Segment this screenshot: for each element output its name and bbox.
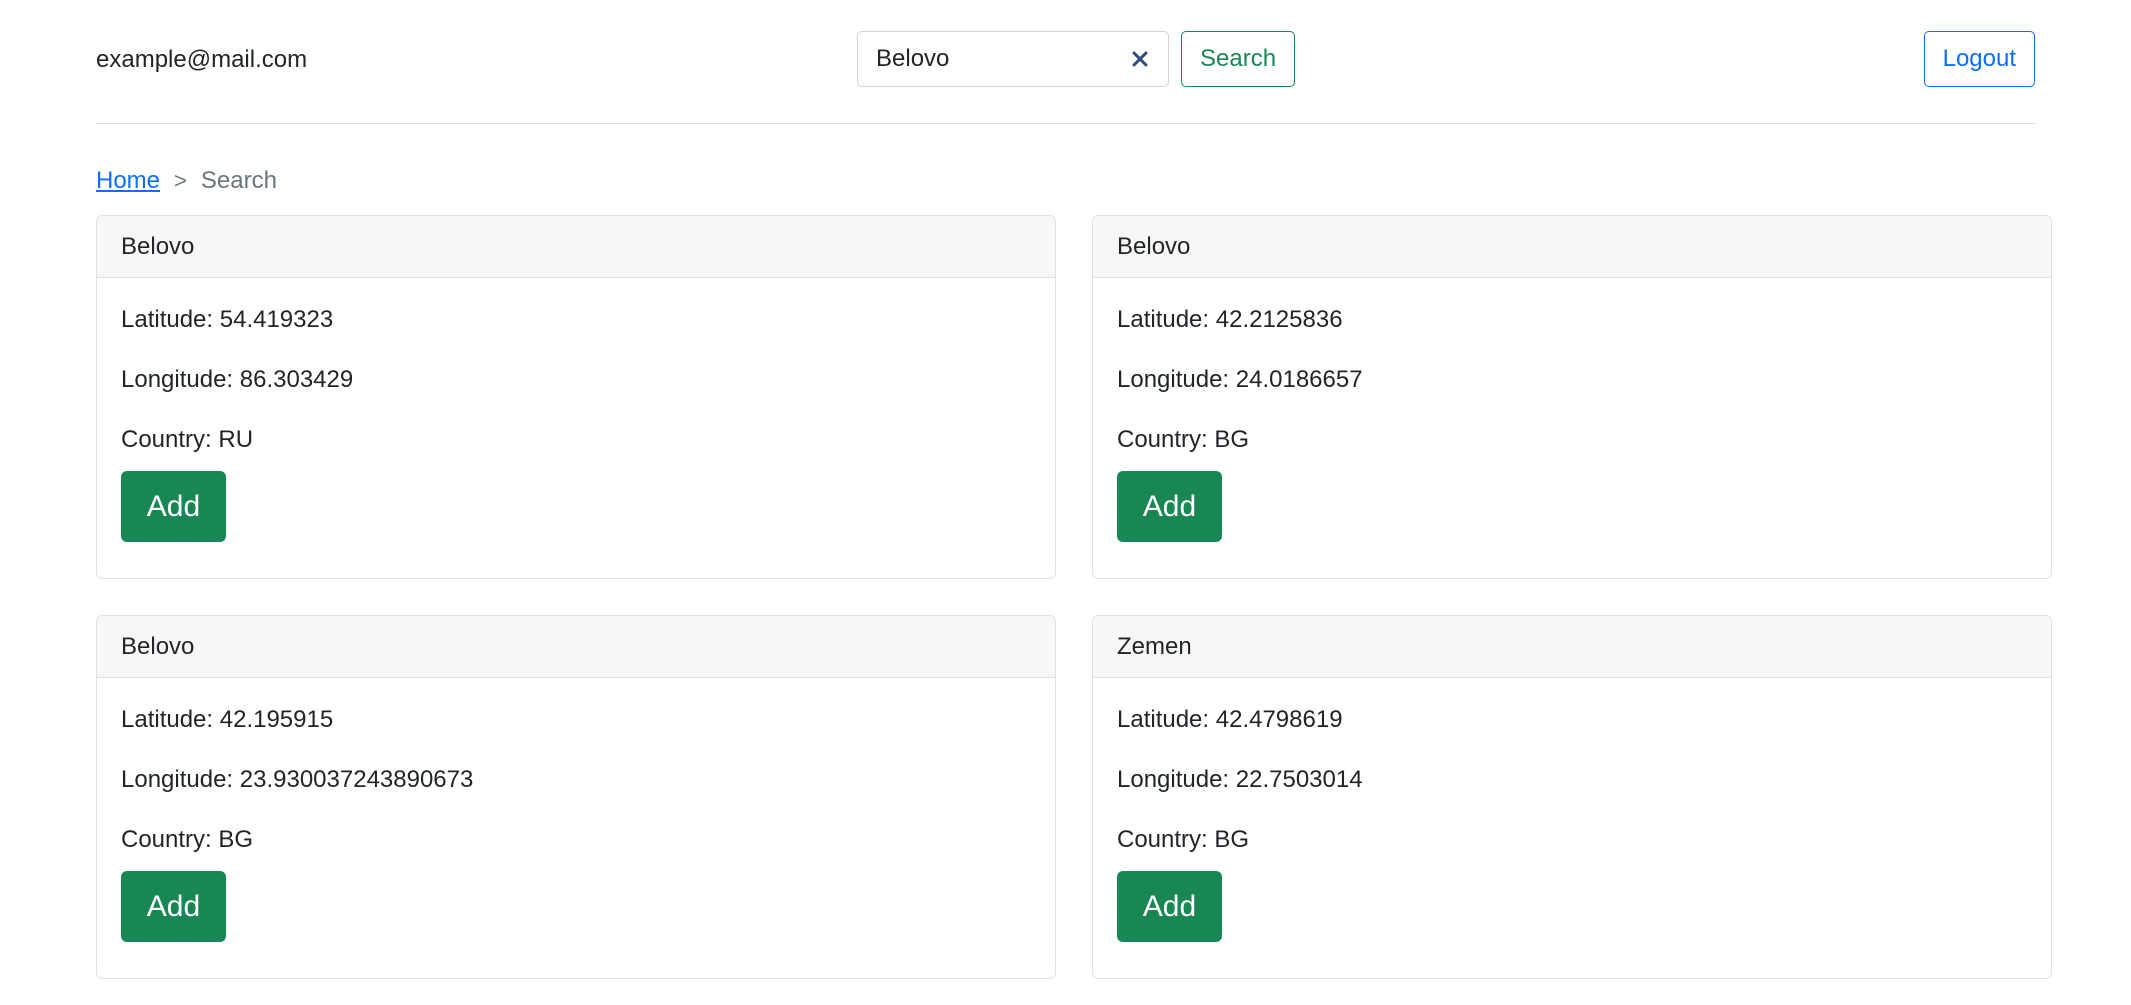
card-title: Belovo xyxy=(97,216,1055,278)
latitude-text: Latitude: 42.195915 xyxy=(121,706,334,733)
add-button[interactable]: Add xyxy=(121,871,226,942)
result-card: Belovo Latitude: 42.195915 Longitude: 23… xyxy=(96,615,1056,979)
result-card: Belovo Latitude: 54.419323 Longitude: 86… xyxy=(96,215,1056,579)
card-body: Latitude: 42.2125836 Longitude: 24.01866… xyxy=(1093,278,2051,566)
card-title: Belovo xyxy=(97,616,1055,678)
breadcrumb-current: Search xyxy=(200,167,277,194)
breadcrumb-separator: > xyxy=(174,168,187,193)
country-text: Country: BG xyxy=(121,826,254,853)
card-body: Latitude: 42.195915 Longitude: 23.930037… xyxy=(97,678,1055,966)
search-form: Search xyxy=(857,31,1296,87)
add-button[interactable]: Add xyxy=(1117,871,1222,942)
result-card: Zemen Latitude: 42.4798619 Longitude: 22… xyxy=(1092,615,2052,979)
results-grid: Belovo Latitude: 54.419323 Longitude: 86… xyxy=(96,215,2052,979)
logout-button[interactable]: Logout xyxy=(1923,31,2035,87)
top-bar: example@mail.com Search Logout xyxy=(96,0,2035,124)
longitude-text: Longitude: 22.7503014 xyxy=(1117,766,1363,793)
longitude-text: Longitude: 23.930037243890673 xyxy=(121,766,474,793)
longitude-text: Longitude: 24.0186657 xyxy=(1117,366,1363,393)
country-text: Country: BG xyxy=(1117,426,1250,453)
close-icon[interactable] xyxy=(1128,47,1152,71)
result-card: Belovo Latitude: 42.2125836 Longitude: 2… xyxy=(1092,215,2052,579)
longitude-text: Longitude: 86.303429 xyxy=(121,366,354,393)
search-input[interactable] xyxy=(858,32,1168,86)
latitude-text: Latitude: 42.2125836 xyxy=(1117,306,1343,333)
country-text: Country: RU xyxy=(121,426,254,453)
add-button[interactable]: Add xyxy=(1117,471,1222,542)
card-title: Zemen xyxy=(1093,616,2051,678)
card-body: Latitude: 42.4798619 Longitude: 22.75030… xyxy=(1093,678,2051,966)
card-body: Latitude: 54.419323 Longitude: 86.303429… xyxy=(97,278,1055,566)
page: example@mail.com Search Logout Home > Se… xyxy=(0,0,2131,1005)
breadcrumb-home-link[interactable]: Home xyxy=(96,167,160,195)
latitude-text: Latitude: 54.419323 xyxy=(121,306,334,333)
breadcrumb: Home > Search xyxy=(96,153,2035,209)
latitude-text: Latitude: 42.4798619 xyxy=(1117,706,1343,733)
search-button[interactable]: Search xyxy=(1181,31,1296,87)
country-text: Country: BG xyxy=(1117,826,1250,853)
search-box xyxy=(857,31,1169,87)
user-email: example@mail.com xyxy=(96,46,308,73)
add-button[interactable]: Add xyxy=(121,471,226,542)
card-title: Belovo xyxy=(1093,216,2051,278)
